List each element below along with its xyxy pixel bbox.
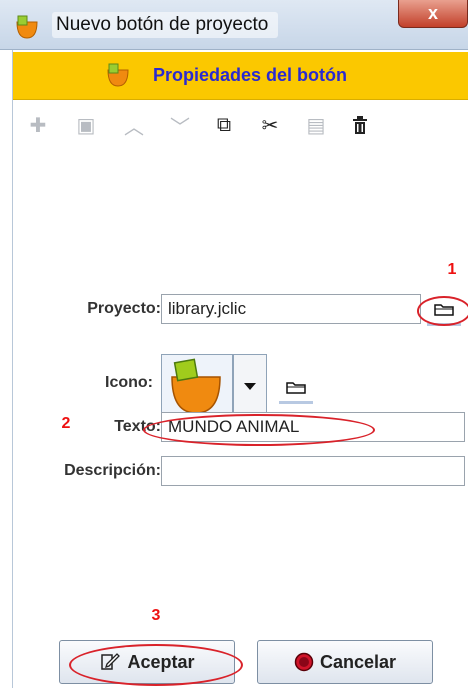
add-icon: ✚: [29, 114, 47, 137]
move-down-icon: ﹀: [170, 116, 190, 139]
project-field[interactable]: library.jclic: [161, 294, 421, 324]
description-field[interactable]: [161, 456, 465, 486]
icon-browse-button[interactable]: [279, 372, 313, 404]
properties-title: Propiedades del botón: [153, 65, 348, 85]
project-browse-button[interactable]: [427, 294, 461, 326]
window-title: Nuevo botón de proyecto: [52, 12, 279, 38]
cancel-button[interactable]: Cancelar: [257, 640, 433, 684]
app-icon: [16, 15, 38, 39]
chevron-down-icon: [244, 383, 256, 390]
properties-header: Propiedades del botón: [13, 52, 468, 100]
toolbar: ✚ ▣ ︿ ﹀ ⧉ ✂ ▤: [13, 108, 468, 148]
folder-open-icon: [286, 381, 306, 394]
accept-label: Aceptar: [127, 651, 195, 672]
text-label: Texto:: [114, 418, 161, 435]
text-field[interactable]: MUNDO ANIMAL: [161, 412, 465, 442]
delete-icon[interactable]: [345, 108, 375, 142]
annotation-number-2: 2: [53, 412, 79, 436]
dialog-body: Propiedades del botón ✚ ▣ ︿ ﹀ ⧉ ✂ ▤ 1 Pr…: [12, 50, 468, 688]
accept-button[interactable]: Aceptar: [59, 640, 235, 684]
button-properties-icon: [107, 63, 129, 87]
cut-icon[interactable]: ✂: [255, 108, 285, 142]
icon-label: Icono:: [105, 374, 153, 391]
folder-add-icon: ▣: [76, 114, 96, 137]
folder-open-icon: [434, 303, 454, 316]
copy-icon[interactable]: ⧉: [209, 108, 239, 142]
stop-icon: [294, 652, 314, 672]
description-label: Descripción:: [64, 462, 161, 479]
cancel-label: Cancelar: [319, 651, 397, 672]
window-titlebar: Nuevo botón de proyecto x: [0, 0, 468, 50]
move-up-icon: ︿: [124, 116, 144, 139]
project-icon-image: [171, 358, 221, 414]
icon-dropdown-button[interactable]: [233, 354, 267, 418]
accept-icon: [101, 653, 121, 670]
paste-icon: ▤: [306, 114, 326, 137]
close-button[interactable]: x: [398, 0, 468, 28]
icon-preview[interactable]: [161, 354, 233, 418]
annotation-number-1: 1: [439, 258, 465, 282]
annotation-number-3: 3: [143, 604, 169, 628]
project-label: Proyecto:: [87, 300, 161, 317]
